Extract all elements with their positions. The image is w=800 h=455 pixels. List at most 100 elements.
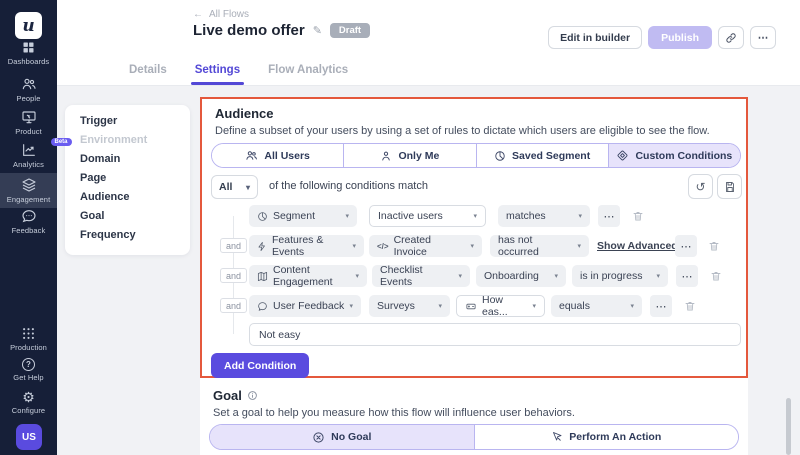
goal-title: Goal <box>213 388 242 403</box>
condition4-question-dropdown[interactable]: How eas... ▾ <box>456 295 545 317</box>
settings-nav-audience[interactable]: Audience <box>80 191 190 210</box>
link-icon <box>725 32 737 44</box>
content-map-icon <box>257 271 268 282</box>
settings-nav-goal[interactable]: Goal <box>80 210 190 229</box>
lightning-icon <box>257 241 267 252</box>
sidebar-item-get-help[interactable]: ? Get Help <box>0 358 57 382</box>
chevron-down-icon: ▾ <box>473 212 477 220</box>
gear-icon: ⚙ <box>22 390 35 404</box>
add-condition-button[interactable]: Add Condition <box>211 353 309 378</box>
condition4-value-input[interactable] <box>249 323 741 346</box>
reset-conditions-button[interactable]: ↺ <box>688 174 713 199</box>
audience-all-users-option[interactable]: All Users <box>212 144 343 167</box>
and-connector: and <box>220 268 247 283</box>
settings-nav-domain[interactable]: Domain <box>80 153 190 172</box>
tab-flow-analytics[interactable]: Flow Analytics <box>268 64 348 85</box>
goal-perform-action-option[interactable]: Perform An Action <box>474 425 739 449</box>
settings-nav-trigger[interactable]: Trigger <box>80 115 190 134</box>
condition4-operator-dropdown[interactable]: equals ▾ <box>551 295 642 317</box>
settings-nav-environment: Environment <box>80 134 190 153</box>
ellipsis-icon: ⋯ <box>682 270 693 283</box>
analytics-chart-icon <box>21 142 37 158</box>
condition3-item-dropdown[interactable]: Onboarding ▾ <box>476 265 566 287</box>
condition1-operator-dropdown[interactable]: matches ▾ <box>498 205 590 227</box>
scrollbar-thumb[interactable] <box>786 398 791 455</box>
ellipsis-icon: ⋯ <box>758 32 769 44</box>
sidebar-item-label: Engagement <box>7 195 51 204</box>
goal-no-goal-option[interactable]: No Goal <box>210 425 474 449</box>
condition3-operator-dropdown[interactable]: is in progress ▾ <box>572 265 668 287</box>
pill-label: Surveys <box>377 300 415 312</box>
condition2-operator-dropdown[interactable]: has not occurred ▾ <box>490 235 589 257</box>
match-type-select[interactable]: All ▾ <box>211 175 258 199</box>
sidebar-item-engagement[interactable]: Engagement <box>0 173 57 208</box>
condition2-event-dropdown[interactable]: </> Created Invoice ▾ <box>369 235 482 257</box>
condition2-type-dropdown[interactable]: Features & Events ▾ <box>249 235 364 257</box>
tabs: Details Settings Flow Analytics <box>129 64 348 85</box>
back-to-all-flows[interactable]: ← All Flows <box>193 9 249 20</box>
save-segment-button[interactable] <box>717 174 742 199</box>
survey-question-icon <box>465 301 477 312</box>
condition3-more-button[interactable]: ⋯ <box>676 265 698 287</box>
sidebar-item-production[interactable]: Production <box>0 326 57 352</box>
audience-saved-segment-option[interactable]: Saved Segment <box>476 144 608 167</box>
user-avatar[interactable]: US <box>16 424 42 450</box>
sidebar-item-configure[interactable]: ⚙ Configure <box>0 390 57 415</box>
condition4-type-dropdown[interactable]: User Feedback ▾ <box>249 295 361 317</box>
edit-title-icon[interactable]: ✎ <box>313 24 322 37</box>
chevron-down-icon: ▾ <box>355 272 359 280</box>
goal-title-row: Goal <box>213 388 258 403</box>
condition3-event-dropdown[interactable]: Checklist Events ▾ <box>372 265 470 287</box>
audience-title: Audience <box>215 106 274 121</box>
pill-label: Created Invoice <box>394 234 466 258</box>
settings-nav-page[interactable]: Page <box>80 172 190 191</box>
condition1-more-button[interactable]: ⋯ <box>598 205 620 227</box>
and-connector: and <box>220 298 247 313</box>
sidebar-item-analytics[interactable]: Beta Analytics <box>0 142 57 169</box>
pill-label: Onboarding <box>484 270 539 282</box>
chevron-down-icon: ▾ <box>532 302 536 310</box>
show-advanced-link[interactable]: Show Advanced <box>597 240 678 252</box>
sidebar-item-feedback[interactable]: Feedback <box>0 208 57 235</box>
sidebar-item-dashboards[interactable]: Dashboards <box>0 40 57 66</box>
more-options-button[interactable]: ⋯ <box>750 26 776 49</box>
condition3-delete-button[interactable] <box>705 265 727 287</box>
audience-only-me-option[interactable]: Only Me <box>343 144 475 167</box>
condition3-type-dropdown[interactable]: Content Engagement ▾ <box>249 265 367 287</box>
chevron-down-icon: ▾ <box>458 272 462 280</box>
trash-icon <box>710 270 722 282</box>
sidebar-item-product[interactable]: Product <box>0 109 57 136</box>
goal-type-switch: No Goal Perform An Action <box>209 424 739 450</box>
option-label: Only Me <box>398 150 439 162</box>
condition1-type-dropdown[interactable]: Segment ▾ <box>249 205 357 227</box>
condition4-survey-dropdown[interactable]: Surveys ▾ <box>369 295 450 317</box>
back-arrow-icon: ← <box>193 9 203 20</box>
edit-in-builder-button[interactable]: Edit in builder <box>548 26 642 49</box>
tab-details[interactable]: Details <box>129 64 167 85</box>
chevron-down-icon: ▾ <box>656 272 660 280</box>
sidebar-item-label: Production <box>10 343 47 352</box>
audience-custom-conditions-option[interactable]: Custom Conditions <box>608 144 740 167</box>
page-title: Live demo offer <box>193 22 305 39</box>
ellipsis-icon: ⋯ <box>681 240 692 253</box>
condition4-more-button[interactable]: ⋯ <box>650 295 672 317</box>
match-type-value: All <box>219 181 232 193</box>
settings-nav-frequency[interactable]: Frequency <box>80 229 190 248</box>
ellipsis-icon: ⋯ <box>604 210 615 223</box>
sidebar-item-people[interactable]: People <box>0 76 57 103</box>
audience-description: Define a subset of your users by using a… <box>215 125 710 137</box>
condition4-delete-button[interactable] <box>679 295 701 317</box>
publish-button[interactable]: Publish <box>648 26 712 49</box>
condition2-delete-button[interactable] <box>703 235 725 257</box>
chevron-down-icon: ▾ <box>630 302 634 310</box>
sidebar-item-label: People <box>17 94 41 103</box>
condition1-delete-button[interactable] <box>627 205 649 227</box>
condition2-more-button[interactable]: ⋯ <box>675 235 697 257</box>
copy-link-button[interactable] <box>718 26 744 49</box>
beta-badge: Beta <box>51 138 72 146</box>
condition1-segment-dropdown[interactable]: Inactive users ▾ <box>369 205 486 227</box>
chevron-down-icon: ▾ <box>578 212 582 220</box>
tab-settings[interactable]: Settings <box>195 64 240 85</box>
app-logo[interactable]: u <box>15 12 42 39</box>
trash-icon <box>632 210 644 222</box>
